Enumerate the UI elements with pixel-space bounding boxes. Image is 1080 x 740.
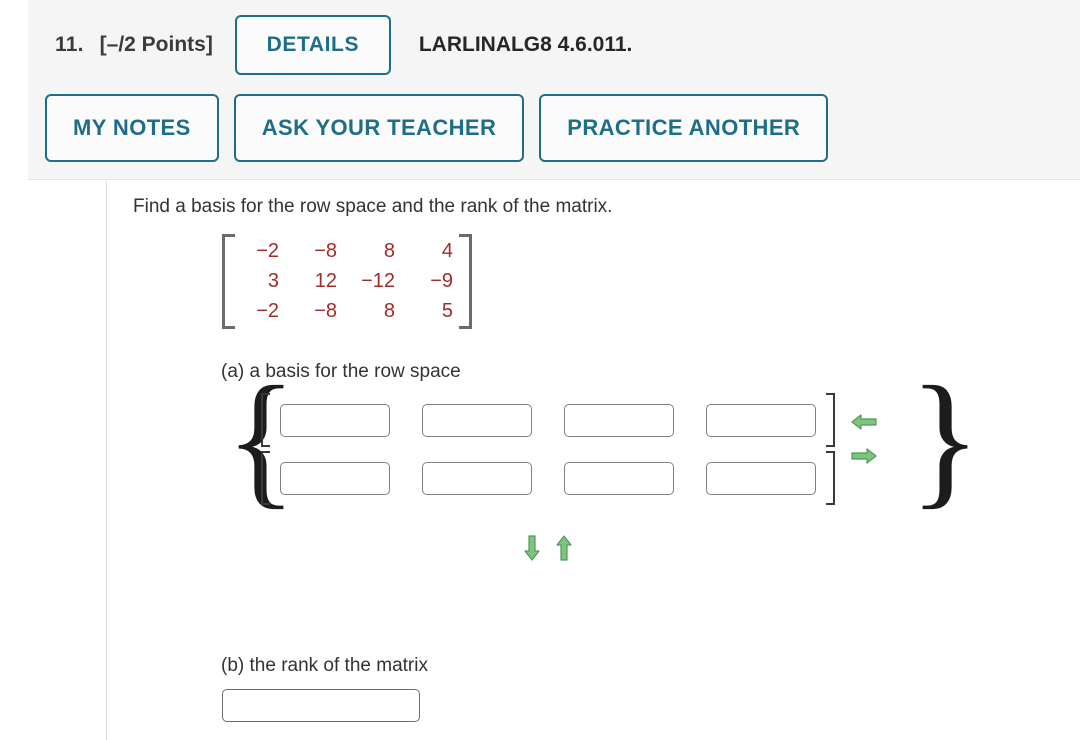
page-root: 11. [–/2 Points] DETAILS LARLINALG8 4.6.… bbox=[0, 0, 1080, 740]
matrix-cell: −8 bbox=[314, 240, 337, 262]
basis-input-r2c2[interactable] bbox=[422, 461, 532, 495]
basis-vector-row bbox=[261, 449, 835, 507]
matrix-cell: 12 bbox=[314, 270, 337, 292]
practice-another-button[interactable]: PRACTICE ANOTHER bbox=[539, 94, 829, 162]
basis-input-r1c1[interactable] bbox=[280, 403, 390, 437]
question-points: [–/2 Points] bbox=[99, 33, 213, 56]
vector-bracket-left-icon bbox=[261, 393, 270, 447]
matrix-cell: −2 bbox=[256, 240, 279, 262]
basis-input-r2c4[interactable] bbox=[706, 461, 816, 495]
matrix-cell: −8 bbox=[314, 300, 337, 322]
matrix-display: −2 −8 8 4 3 12 −12 −9 −2 −8 8 5 bbox=[222, 234, 472, 329]
basis-input-r1c2[interactable] bbox=[422, 403, 532, 437]
rank-input[interactable] bbox=[222, 689, 420, 722]
set-close-brace-icon: } bbox=[909, 356, 981, 522]
arrow-left-icon[interactable] bbox=[850, 413, 878, 431]
matrix-cell: 5 bbox=[441, 300, 453, 322]
arrow-down-icon[interactable] bbox=[523, 534, 541, 562]
header-action-buttons: MY NOTES ASK YOUR TEACHER PRACTICE ANOTH… bbox=[28, 94, 829, 162]
arrow-up-icon[interactable] bbox=[555, 534, 573, 562]
details-button[interactable]: DETAILS bbox=[234, 15, 391, 75]
matrix-cell: −2 bbox=[256, 300, 279, 322]
row-width-arrows bbox=[850, 413, 878, 465]
basis-vector-rows bbox=[261, 391, 835, 507]
matrix-grid: −2 −8 8 4 3 12 −12 −9 −2 −8 8 5 bbox=[235, 234, 459, 329]
vector-bracket-right-icon bbox=[826, 451, 835, 505]
row-count-arrows bbox=[523, 534, 573, 562]
my-notes-button[interactable]: MY NOTES bbox=[45, 94, 219, 162]
basis-input-r1c4[interactable] bbox=[706, 403, 816, 437]
question-prompt: Find a basis for the row space and the r… bbox=[133, 196, 613, 217]
vector-bracket-right-icon bbox=[826, 393, 835, 447]
arrow-right-icon[interactable] bbox=[850, 447, 878, 465]
matrix-cell: 4 bbox=[441, 240, 453, 262]
matrix-bracket-left-icon bbox=[222, 234, 235, 329]
matrix-bracket-right-icon bbox=[459, 234, 472, 329]
problem-code: LARLINALG8 4.6.011. bbox=[418, 33, 633, 56]
basis-input-r1c3[interactable] bbox=[564, 403, 674, 437]
vector-cells bbox=[270, 403, 826, 437]
question-header-panel: 11. [–/2 Points] DETAILS LARLINALG8 4.6.… bbox=[28, 0, 1080, 180]
question-number: 11. bbox=[55, 33, 84, 56]
vector-bracket-left-icon bbox=[261, 451, 270, 505]
ask-your-teacher-button[interactable]: ASK YOUR TEACHER bbox=[233, 94, 525, 162]
matrix-cell: −9 bbox=[430, 270, 453, 292]
question-content: Find a basis for the row space and the r… bbox=[107, 181, 1080, 740]
matrix-cell: −12 bbox=[361, 270, 395, 292]
matrix-cell: 8 bbox=[383, 300, 395, 322]
part-a-answer-area: { } bbox=[225, 364, 981, 561]
basis-input-r2c1[interactable] bbox=[280, 461, 390, 495]
basis-input-r2c3[interactable] bbox=[564, 461, 674, 495]
header-title-row: 11. [–/2 Points] DETAILS LARLINALG8 4.6.… bbox=[28, 0, 632, 90]
matrix-cell: 3 bbox=[267, 270, 279, 292]
vector-cells bbox=[270, 461, 826, 495]
matrix-cell: 8 bbox=[383, 240, 395, 262]
basis-vector-row bbox=[261, 391, 835, 449]
part-b-label: (b) the rank of the matrix bbox=[221, 655, 428, 676]
